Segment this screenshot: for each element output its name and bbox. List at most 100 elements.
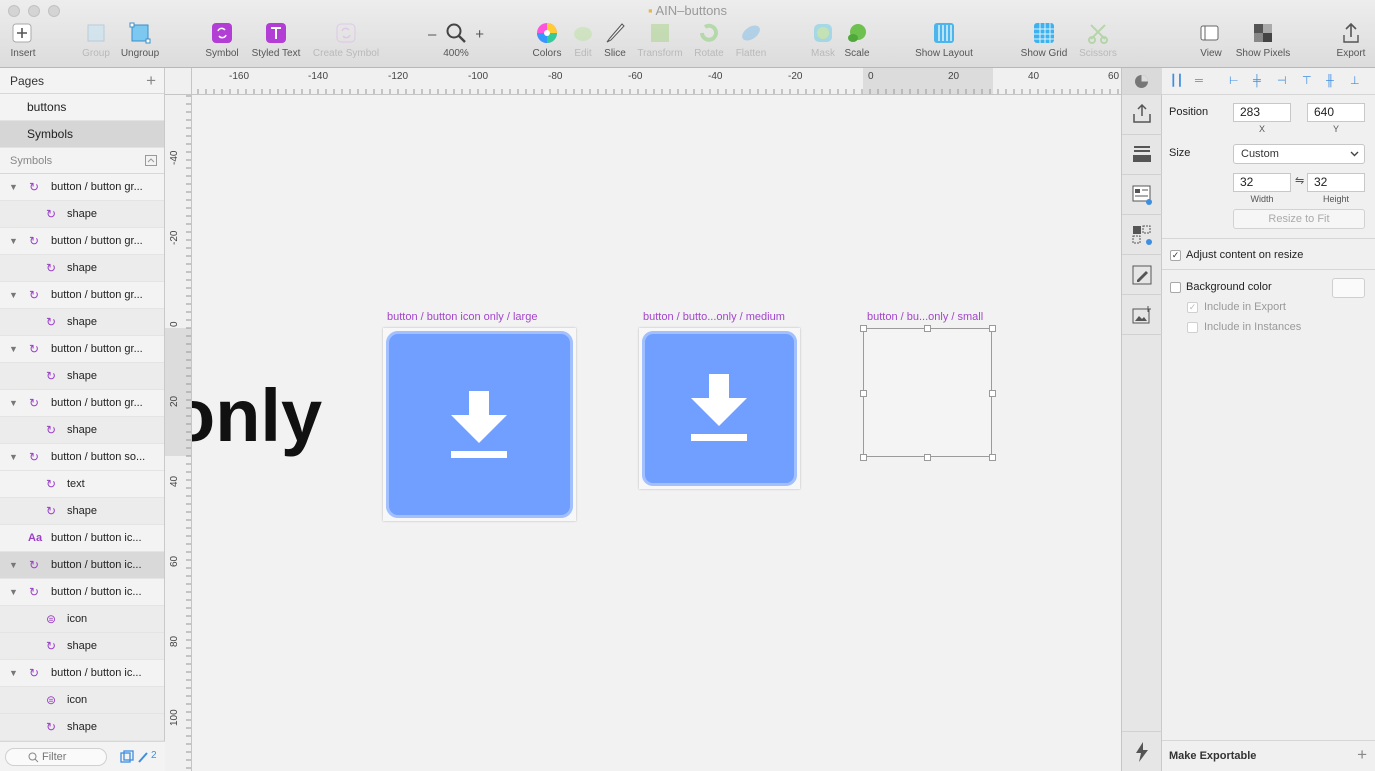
collapse-list-icon[interactable]	[145, 155, 157, 166]
layer-shape[interactable]: ↻ shape	[0, 363, 164, 390]
align-left-icon[interactable]: ⊢	[1229, 75, 1241, 87]
tab-overrides[interactable]	[1122, 175, 1162, 215]
resize-handle[interactable]	[860, 325, 867, 332]
distribute-vertical-icon[interactable]: ═	[1195, 75, 1207, 87]
height-field[interactable]: 32	[1307, 173, 1365, 192]
slice-button[interactable]: Slice	[600, 22, 630, 66]
disclosure-triangle-icon[interactable]: ▼	[9, 552, 18, 578]
disclosure-triangle-icon[interactable]: ▼	[9, 444, 18, 470]
include-export-checkbox[interactable]: ✓	[1187, 302, 1198, 313]
width-field[interactable]: 32	[1233, 173, 1291, 192]
resize-handle[interactable]	[989, 454, 996, 461]
show-layout-button[interactable]: Show Layout	[910, 22, 978, 66]
disclosure-triangle-icon[interactable]: ▼	[9, 660, 18, 686]
y-field[interactable]: 640	[1307, 103, 1365, 122]
disclosure-triangle-icon[interactable]: ▼	[9, 282, 18, 308]
flatten-button[interactable]: Flatten	[732, 22, 770, 66]
zoom-control[interactable]: – + 400%	[426, 22, 486, 66]
layer-symbol[interactable]: ▼ ↻ button / button gr...	[0, 174, 164, 201]
edited-layers-icon[interactable]	[137, 750, 149, 764]
disclosure-triangle-icon[interactable]: ▼	[9, 228, 18, 254]
canvas[interactable]: only button / button icon only / large b…	[192, 95, 1121, 771]
make-exportable-bar[interactable]: Make Exportable +	[1162, 740, 1375, 771]
lock-ratio-icon[interactable]: ⇋	[1295, 174, 1304, 187]
vertical-ruler[interactable]: -40 -20 0 20 40 60 80 100	[165, 95, 192, 771]
resize-handle[interactable]	[860, 390, 867, 397]
layer-shape[interactable]: ↻ shape	[0, 714, 164, 741]
tab-inspector-toggle[interactable]	[1122, 68, 1162, 95]
add-page-button[interactable]: +	[146, 68, 156, 94]
include-instances-checkbox[interactable]	[1187, 322, 1198, 333]
layer-shape[interactable]: ↻ shape	[0, 498, 164, 525]
styled-text-button[interactable]: Styled Text	[248, 22, 304, 66]
layer-shape[interactable]: ↻ shape	[0, 309, 164, 336]
size-preset-select[interactable]: Custom	[1233, 144, 1365, 164]
tab-edit-shape[interactable]	[1122, 255, 1162, 295]
layer-shape[interactable]: ↻ shape	[0, 633, 164, 660]
page-buttons[interactable]: buttons	[0, 94, 164, 121]
tab-export[interactable]	[1122, 95, 1162, 135]
rotate-button[interactable]: Rotate	[690, 22, 728, 66]
mask-button[interactable]: Mask	[808, 22, 838, 66]
large-icon-button[interactable]	[386, 331, 573, 518]
horizontal-ruler[interactable]: -160 -140 -120 -100 -80 -60 -40 -20 0 20…	[165, 68, 1121, 95]
colors-button[interactable]: Colors	[528, 22, 566, 66]
resize-handle[interactable]	[989, 390, 996, 397]
layer-symbol[interactable]: ▼ ↻ button / button gr...	[0, 282, 164, 309]
layer-symbol[interactable]: ▼ ↻ button / button gr...	[0, 228, 164, 255]
layer-text-style[interactable]: Aa button / button ic...	[0, 525, 164, 552]
filter-input[interactable]	[42, 751, 102, 763]
tab-image[interactable]	[1122, 295, 1162, 335]
create-symbol-button[interactable]: Create Symbol	[310, 22, 382, 66]
zoom-in-button[interactable]: +	[475, 26, 484, 43]
export-button[interactable]: Export	[1332, 22, 1370, 66]
background-color-checkbox[interactable]	[1170, 282, 1181, 293]
artboard-label-medium[interactable]: button / butto...only / medium	[643, 311, 785, 323]
align-middle-icon[interactable]: ╫	[1326, 75, 1338, 87]
tab-symbol-layout[interactable]	[1122, 215, 1162, 255]
tab-layer-stack[interactable]	[1122, 135, 1162, 175]
symbols-filter-icon[interactable]	[120, 750, 134, 764]
resize-handle[interactable]	[924, 325, 931, 332]
layer-symbol[interactable]: ▼ ↻ button / button so...	[0, 444, 164, 471]
layer-text[interactable]: ↻ text	[0, 471, 164, 498]
medium-icon-button[interactable]	[642, 331, 797, 486]
make-exportable-add-button[interactable]: +	[1357, 745, 1367, 765]
align-top-icon[interactable]: ⊤	[1302, 75, 1314, 87]
disclosure-triangle-icon[interactable]: ▼	[9, 579, 18, 605]
transform-button[interactable]: Transform	[634, 22, 686, 66]
filter-field[interactable]	[5, 748, 107, 766]
resize-handle[interactable]	[860, 454, 867, 461]
layer-symbol[interactable]: ▼ ↻ button / button ic...	[0, 660, 164, 687]
group-button[interactable]: Group	[78, 22, 114, 66]
ungroup-button[interactable]: Ungroup	[118, 22, 162, 66]
artboard-medium[interactable]	[639, 328, 800, 489]
background-color-swatch[interactable]	[1332, 278, 1365, 298]
layer-shape[interactable]: ↻ shape	[0, 255, 164, 282]
show-pixels-button[interactable]: Show Pixels	[1234, 22, 1292, 66]
disclosure-triangle-icon[interactable]: ▼	[9, 336, 18, 362]
layer-icon[interactable]: ⊜ icon	[0, 606, 164, 633]
resize-handle[interactable]	[924, 454, 931, 461]
resize-handle[interactable]	[989, 325, 996, 332]
align-right-icon[interactable]: ⊣	[1277, 75, 1289, 87]
layer-icon[interactable]: ⊜ icon	[0, 687, 164, 714]
align-center-icon[interactable]: ╪	[1253, 75, 1265, 87]
scale-button[interactable]: Scale	[842, 22, 872, 66]
distribute-horizontal-icon[interactable]: ┃┃	[1170, 75, 1183, 87]
artboard-small-selected[interactable]	[863, 328, 992, 457]
zoom-out-button[interactable]: –	[428, 26, 436, 43]
resize-to-fit-button[interactable]: Resize to Fit	[1233, 209, 1365, 229]
page-symbols[interactable]: Symbols	[0, 121, 164, 148]
layer-symbol[interactable]: ▼ ↻ button / button ic...	[0, 579, 164, 606]
artboard-label-large[interactable]: button / button icon only / large	[387, 311, 537, 323]
layer-shape[interactable]: ↻ shape	[0, 201, 164, 228]
adjust-content-checkbox[interactable]: ✓	[1170, 250, 1181, 261]
partial-text-layer[interactable]: only	[192, 379, 322, 453]
edit-button[interactable]: Edit	[568, 22, 598, 66]
show-grid-button[interactable]: Show Grid	[1016, 22, 1072, 66]
insert-button[interactable]: Insert	[4, 22, 42, 66]
layer-shape[interactable]: ↻ shape	[0, 417, 164, 444]
disclosure-triangle-icon[interactable]: ▼	[9, 390, 18, 416]
artboard-label-small[interactable]: button / bu...only / small	[867, 311, 983, 323]
